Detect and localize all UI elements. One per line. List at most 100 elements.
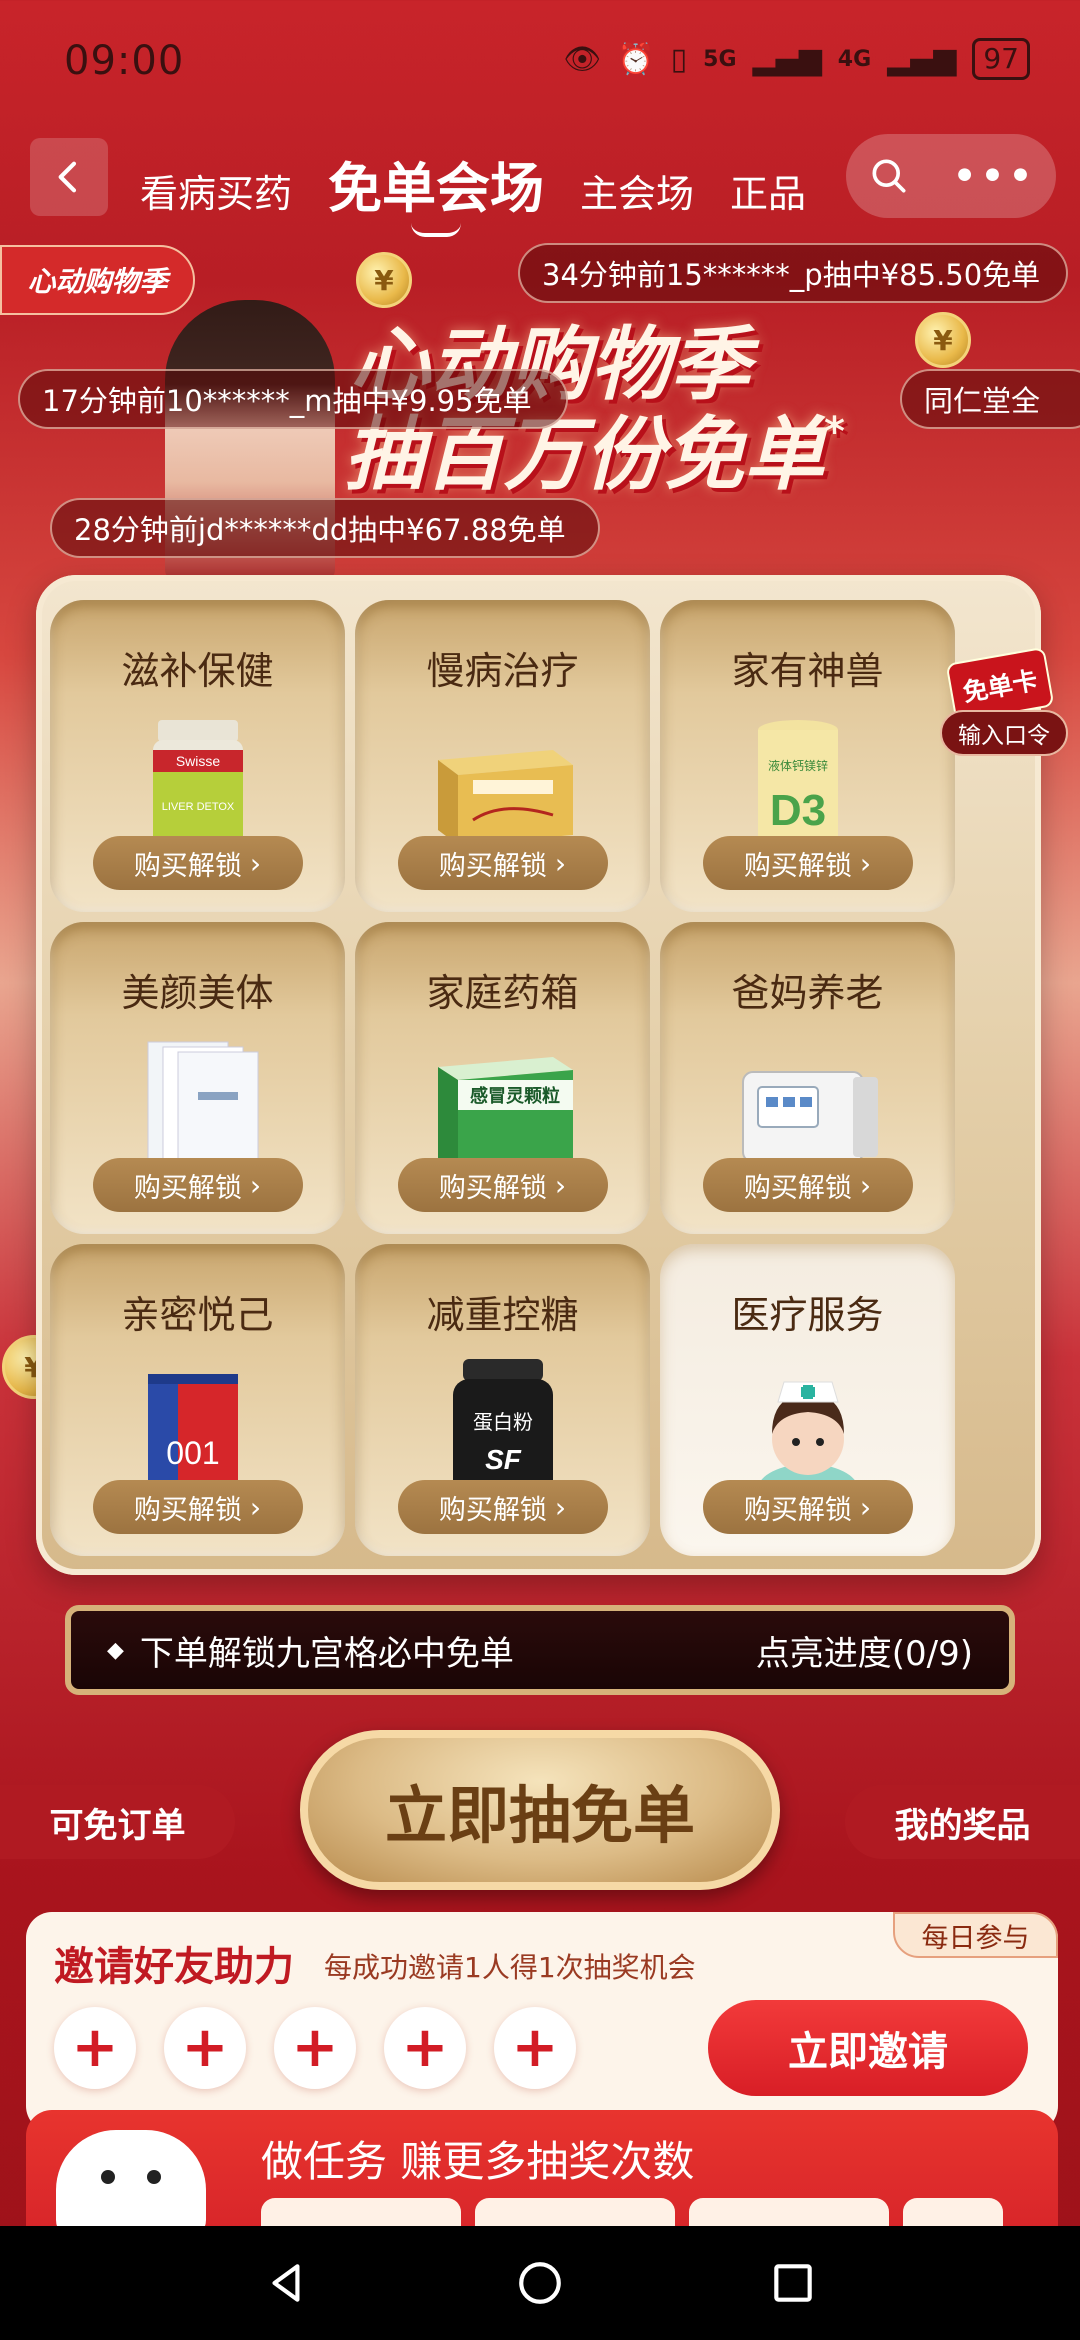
chevron-right-icon: › xyxy=(859,1168,872,1202)
eye-icon: 👁 xyxy=(563,41,602,77)
nav-tabs: 看病买药 免单会场 主会场 正品 xyxy=(140,144,806,237)
signal-4g-icon: 4G xyxy=(837,46,872,72)
product-name: 感冒灵颗粒 xyxy=(470,1085,560,1106)
cell-label: 慢病治疗 xyxy=(426,649,579,693)
product-brand: Swisse xyxy=(175,753,220,769)
plus-icon[interactable]: + xyxy=(274,2007,356,2089)
chevron-right-icon: › xyxy=(554,1490,567,1524)
system-nav-bar xyxy=(0,2226,1080,2340)
chevron-right-icon: › xyxy=(859,1490,872,1524)
chevron-left-icon xyxy=(58,161,77,193)
more-icon[interactable]: ••• xyxy=(952,151,1036,202)
product-name: D3 xyxy=(769,786,825,835)
chevron-right-icon: › xyxy=(554,846,567,880)
progress-description: 下单解锁九宫格必中免单 xyxy=(139,1633,514,1674)
status-icons: 👁 ⏰ ▯ 5G ▂▄▆ 4G ▂▄▆ 97 xyxy=(563,38,1030,80)
draw-now-button[interactable]: 立即抽免单 xyxy=(300,1730,780,1890)
joy-mascot-icon xyxy=(56,2130,206,2230)
unlock-button[interactable]: 购买解锁 › xyxy=(702,1480,913,1534)
invite-card: 每日参与 邀请好友助力 每成功邀请1人得1次抽奖机会 + + + + + 立即邀… xyxy=(26,1912,1058,2132)
grid-cell-intimate[interactable]: 亲密悦己 001 购买解锁 › xyxy=(50,1244,345,1556)
cell-label: 家有神兽 xyxy=(731,649,884,693)
signal-bars-icon: ▂▄▆ xyxy=(752,41,822,77)
winner-ticker: 17分钟前10******_m抽中¥9.95免单 xyxy=(18,369,568,429)
nav-actions: ••• xyxy=(846,134,1056,218)
unlock-button[interactable]: 购买解锁 › xyxy=(702,1158,913,1212)
winner-ticker: 同仁堂全 xyxy=(900,369,1080,429)
top-navigation: 看病买药 免单会场 主会场 正品 ••• xyxy=(0,130,1080,237)
plus-icon[interactable]: + xyxy=(54,2007,136,2089)
status-time: 09:00 xyxy=(64,38,185,84)
cell-label: 美颜美体 xyxy=(121,971,274,1015)
tab-genuine[interactable]: 正品 xyxy=(730,163,806,218)
plus-icon[interactable]: + xyxy=(494,2007,576,2089)
chevron-right-icon: › xyxy=(249,846,262,880)
battery-indicator: 97 xyxy=(972,38,1030,80)
cell-label: 医疗服务 xyxy=(731,1293,884,1337)
search-icon[interactable] xyxy=(867,154,911,198)
task-card: 做任务 赚更多抽奖次数 xyxy=(26,2110,1058,2230)
grid-cell-weight[interactable]: 减重控糖 蛋白粉 SF 购买解锁 › xyxy=(355,1244,650,1556)
product-name: 蛋白粉 xyxy=(473,1411,533,1434)
cell-label: 爸妈养老 xyxy=(731,971,884,1015)
recents-square-icon[interactable] xyxy=(768,2258,818,2308)
cell-label: 家庭药箱 xyxy=(426,971,579,1015)
product-label: 液体钙镁锌 xyxy=(767,758,827,773)
task-title: 做任务 赚更多抽奖次数 xyxy=(261,2137,695,2186)
winner-ticker: 34分钟前15******_p抽中¥85.50免单 xyxy=(518,243,1068,303)
grid-cell-nourish[interactable]: 滋补保健 Swisse LIVER DETOX 购买解锁 › xyxy=(50,600,345,912)
diamond-icon: ◆ xyxy=(107,1637,124,1663)
grid-cell-elderly[interactable]: 爸妈养老 购买解锁 › xyxy=(660,922,955,1234)
unlock-button[interactable]: 购买解锁 › xyxy=(397,1480,608,1534)
tab-medical[interactable]: 看病买药 xyxy=(140,163,292,218)
grid-cell-family-medicine[interactable]: 家庭药箱 感冒灵颗粒 购买解锁 › xyxy=(355,922,650,1234)
invite-slots: + + + + + xyxy=(54,2007,576,2089)
tab-free-order[interactable]: 免单会场 xyxy=(328,144,544,237)
daily-tag: 每日参与 xyxy=(893,1912,1058,1958)
unlock-button[interactable]: 购买解锁 › xyxy=(92,1158,303,1212)
plus-icon[interactable]: + xyxy=(164,2007,246,2089)
unlock-button[interactable]: 购买解锁 › xyxy=(92,1480,303,1534)
unlock-button[interactable]: 购买解锁 › xyxy=(702,836,913,890)
campaign-badge: 心动购物季 xyxy=(0,245,195,315)
chevron-right-icon: › xyxy=(554,1168,567,1202)
grid-cell-medical-service[interactable]: 医疗服务 购买解锁 › xyxy=(660,1244,955,1556)
unlock-button[interactable]: 购买解锁 › xyxy=(397,836,608,890)
progress-bar: ◆ 下单解锁九宫格必中免单 点亮进度(0/9) xyxy=(65,1605,1015,1695)
progress-count: 点亮进度(0/9) xyxy=(755,1633,973,1674)
grid-cell-beauty[interactable]: 美颜美体 购买解锁 › xyxy=(50,922,345,1234)
coin-icon: ¥ xyxy=(915,312,971,368)
cell-label: 滋补保健 xyxy=(121,649,274,693)
vibrate-icon: ▯ xyxy=(670,41,688,77)
tab-main-venue[interactable]: 主会场 xyxy=(580,163,694,218)
plus-icon[interactable]: + xyxy=(384,2007,466,2089)
chevron-right-icon: › xyxy=(249,1168,262,1202)
status-bar: 09:00 👁 ⏰ ▯ 5G ▂▄▆ 4G ▂▄▆ 97 xyxy=(0,0,1080,120)
unlock-button[interactable]: 购买解锁 › xyxy=(397,1158,608,1212)
grid-cell-kids[interactable]: 家有神兽 液体钙镁锌 D3 购买解锁 › xyxy=(660,600,955,912)
signal-bars-icon: ▂▄▆ xyxy=(887,41,957,77)
nine-grid: 滋补保健 Swisse LIVER DETOX 购买解锁 › 慢病治疗 购买解锁 ›… xyxy=(50,600,1000,1556)
home-circle-icon[interactable] xyxy=(515,2258,565,2308)
enter-code-button[interactable]: 输入口令 xyxy=(940,710,1068,756)
invite-now-button[interactable]: 立即邀请 xyxy=(708,2000,1028,2096)
my-prizes-button[interactable]: 我的奖品 xyxy=(845,1785,1080,1859)
grid-cell-chronic[interactable]: 慢病治疗 购买解锁 › xyxy=(355,600,650,912)
product-name: 001 xyxy=(166,1435,219,1471)
alarm-icon: ⏰ xyxy=(617,41,655,77)
cell-label: 减重控糖 xyxy=(426,1293,579,1337)
coin-icon: ¥ xyxy=(356,252,412,308)
invite-title: 邀请好友助力 xyxy=(54,1944,294,1990)
unlock-button[interactable]: 购买解锁 › xyxy=(92,836,303,890)
signal-5g-icon: 5G xyxy=(703,46,737,72)
product-brand: SF xyxy=(485,1444,522,1475)
chevron-right-icon: › xyxy=(859,846,872,880)
winner-ticker: 28分钟前jd******dd抽中¥67.88免单 xyxy=(50,498,600,558)
back-button[interactable] xyxy=(30,138,108,216)
chevron-right-icon: › xyxy=(249,1490,262,1524)
back-triangle-icon[interactable] xyxy=(262,2258,312,2308)
product-name: LIVER DETOX xyxy=(161,801,234,813)
invite-subtitle: 每成功邀请1人得1次抽奖机会 xyxy=(324,1951,696,1984)
eligible-orders-button[interactable]: 可免订单 xyxy=(0,1785,235,1859)
cell-label: 亲密悦己 xyxy=(121,1293,274,1337)
